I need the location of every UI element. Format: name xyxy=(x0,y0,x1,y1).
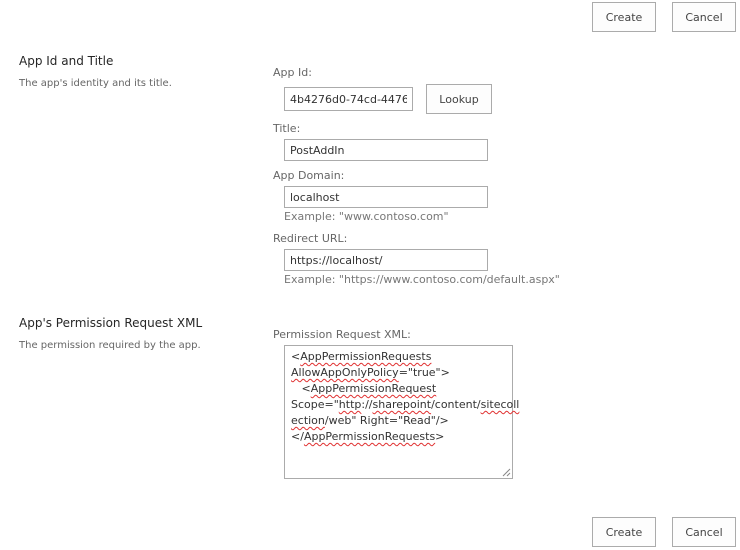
redirect-url-example: Example: "https://www.contoso.com/defaul… xyxy=(284,273,560,286)
app-domain-example: Example: "www.contoso.com" xyxy=(284,210,449,223)
xml-line: </AppPermissionRequests> xyxy=(291,430,445,443)
redirect-url-label: Redirect URL: xyxy=(273,232,348,245)
permission-xml-label: Permission Request XML: xyxy=(273,328,411,341)
section-desc-app: The app's identity and its title. xyxy=(19,78,172,89)
create-button-top[interactable]: Create xyxy=(592,2,656,32)
section-title-app: App Id and Title xyxy=(19,54,114,68)
xml-line: <AppPermissionRequests xyxy=(291,350,432,363)
xml-line: <AppPermissionRequest xyxy=(291,382,437,395)
create-button-bottom[interactable]: Create xyxy=(592,517,656,547)
redirect-url-input[interactable] xyxy=(284,249,488,271)
section-desc-permission: The permission required by the app. xyxy=(19,340,201,351)
xml-line: ection/web" Right="Read"/> xyxy=(291,414,449,427)
title-label: Title: xyxy=(273,122,301,135)
cancel-button-bottom[interactable]: Cancel xyxy=(672,517,736,547)
cancel-button-top[interactable]: Cancel xyxy=(672,2,736,32)
section-title-permission: App's Permission Request XML xyxy=(19,316,203,330)
app-domain-label: App Domain: xyxy=(273,169,345,182)
permission-xml-textarea[interactable]: <AppPermissionRequests AllowAppOnlyPolic… xyxy=(284,345,520,479)
app-id-input[interactable] xyxy=(284,87,413,111)
xml-line: AllowAppOnlyPolicy="true"> xyxy=(291,366,450,379)
lookup-button[interactable]: Lookup xyxy=(426,84,492,114)
app-domain-input[interactable] xyxy=(284,186,488,208)
resize-grip-icon[interactable] xyxy=(502,468,511,477)
app-id-label: App Id: xyxy=(273,66,312,79)
xml-line: Scope="http://sharepoint/content/sitecol… xyxy=(291,398,520,411)
title-input[interactable] xyxy=(284,139,488,161)
